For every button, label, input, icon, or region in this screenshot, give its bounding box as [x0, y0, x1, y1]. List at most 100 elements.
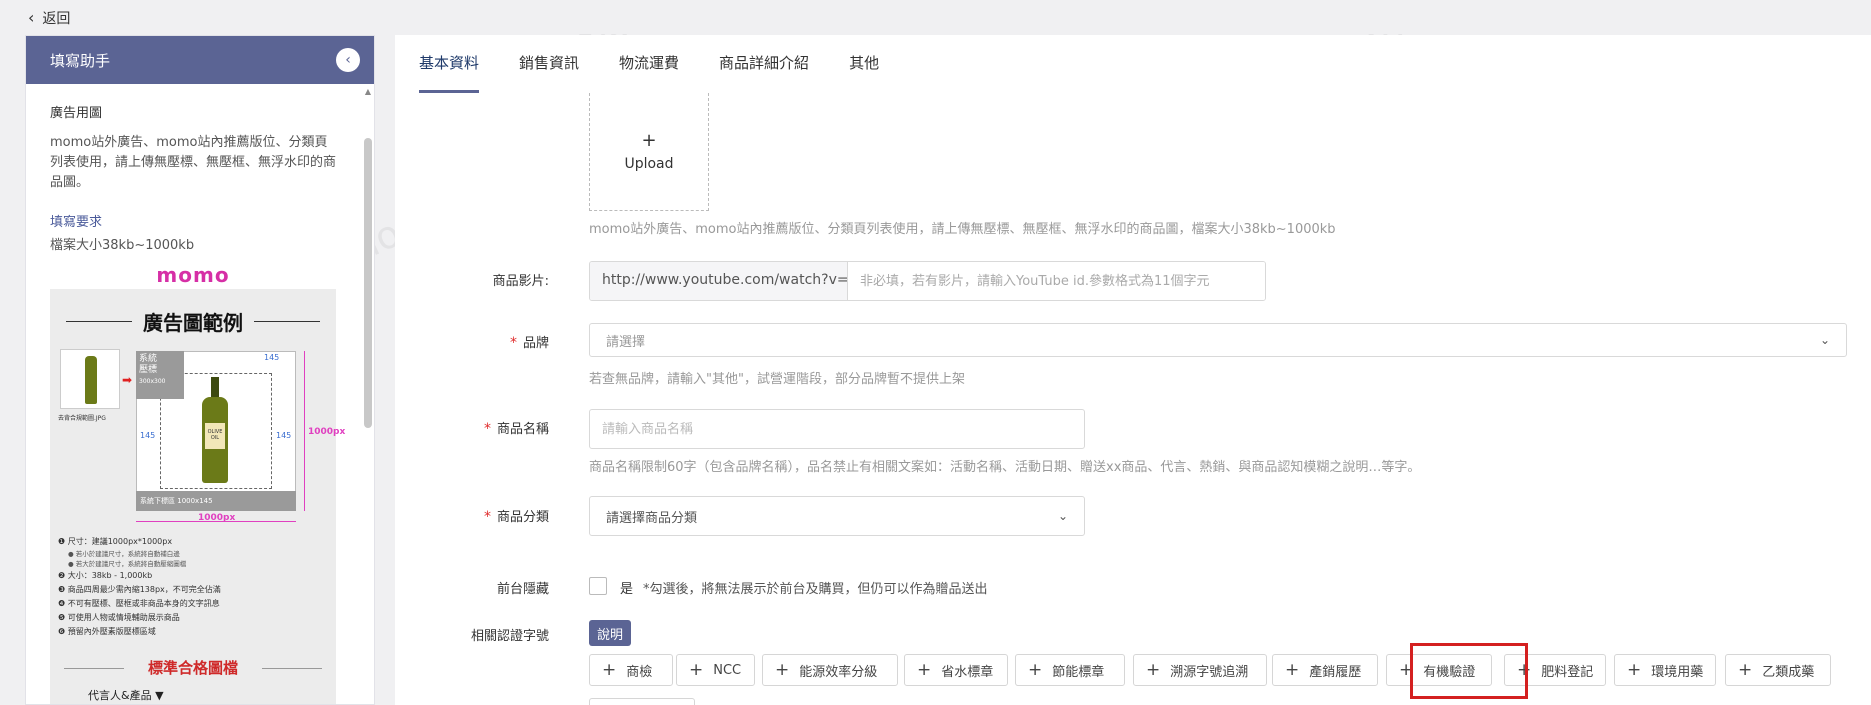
product-name-hint: 商品名稱限制60字（包含品牌名稱），品名禁止有相關文案如：活動名稱、活動日期、贈…: [589, 460, 1421, 475]
chevron-left-icon: ‹: [28, 8, 35, 27]
cert-button-environmental-drug[interactable]: + 環境用藥: [1614, 654, 1716, 686]
tab-bar: 基本資料 銷售資訊 物流運費 商品詳細介紹 其他: [395, 35, 1871, 93]
certs-label: 相關認證字號: [470, 629, 549, 644]
cert-button-label: 有機驗證: [1423, 664, 1476, 680]
brand-select-value: 請選擇: [606, 334, 646, 350]
system-bottom-size: 1000x145: [177, 497, 213, 505]
required-marker: *: [509, 335, 517, 351]
momo-logo: momo: [156, 263, 230, 287]
ad-image-example: momo 廣告圖範例 去背合規範圖.JPG ➡ 系統壓標 300x300 OLI…: [50, 263, 345, 704]
height-dimension: 1000px: [308, 427, 346, 437]
helper-panel: 填寫助手 ‹ 廣告用圖 momo站外廣告、momo站內推薦版位、分類頁列表使用，…: [25, 35, 375, 705]
helper-section-title: 廣告用圖: [50, 106, 103, 121]
spokesperson-dropdown: 代言人&產品 ▼: [88, 689, 164, 702]
tab-other[interactable]: 其他: [849, 35, 879, 93]
tab-basic-info[interactable]: 基本資料: [419, 35, 480, 93]
collapse-helper-button[interactable]: ‹: [336, 48, 360, 72]
upload-hint: momo站外廣告、momo站內推薦版位、分類頁列表使用，請上傳無壓標、無壓框、無…: [589, 222, 1336, 237]
cert-button-production-history[interactable]: + 產銷履歷: [1272, 654, 1378, 686]
product-name-input[interactable]: [589, 409, 1085, 449]
system-tag-area: 系統壓標 300x300: [136, 351, 184, 399]
video-label: 商品影片:: [492, 274, 549, 289]
chevron-left-icon: ‹: [345, 52, 351, 68]
note-item: ❺ 可使用人物或情境輔助展示商品: [58, 613, 180, 622]
scroll-up-icon[interactable]: ▲: [364, 88, 372, 96]
cert-button-ncc[interactable]: + NCC: [676, 654, 755, 686]
cert-button-energy-saving[interactable]: + 節能標章: [1015, 654, 1125, 686]
cert-button-label: 環境用藥: [1651, 664, 1704, 680]
cert-button-traceability[interactable]: + 溯源字號追溯: [1133, 654, 1267, 686]
required-marker: *: [483, 421, 491, 437]
plus-icon: +: [775, 660, 790, 680]
note-item: ❹ 不可有壓標、壓框或非商品本身的文字訊息: [58, 599, 220, 608]
plus-icon: +: [602, 660, 617, 680]
example-card: 廣告圖範例 去背合規範圖.JPG ➡ 系統壓標 300x300 OLIVE OI…: [50, 289, 345, 704]
example-notes: ❶ 尺寸：建議1000px*1000px ● 若小於建議尺寸，系統將自動補白邊 …: [58, 535, 328, 639]
plus-icon: +: [1146, 660, 1161, 680]
cert-button-label: 乙類成藥: [1762, 664, 1815, 680]
helper-scrollbar[interactable]: ▲: [364, 88, 372, 703]
cert-button-organic[interactable]: + 有機驗證: [1386, 654, 1492, 686]
hidden-checkbox[interactable]: [589, 577, 607, 595]
back-label: 返回: [42, 11, 71, 27]
brand-hint: 若查無品牌，請輸入"其他"，試營運階段，部分品牌暫不提供上架: [589, 372, 965, 387]
brand-select[interactable]: 請選擇 ⌄: [589, 323, 1847, 357]
note-item: ❻ 預留內外壓素版壓標區域: [58, 627, 156, 636]
cert-button-label: 產銷履歷: [1309, 664, 1362, 680]
category-select-value: 請選擇商品分類: [606, 510, 698, 526]
cert-button-label: 省水標章: [941, 664, 994, 680]
plus-icon: +: [1285, 660, 1300, 680]
upload-button[interactable]: + Upload: [589, 93, 709, 211]
hidden-label: 前台隱藏: [496, 582, 549, 597]
helper-requirement: 檔案大小38kb~1000kb: [50, 238, 195, 253]
cert-button-medical-device[interactable]: +醫療器材: [589, 698, 695, 705]
chevron-down-icon: ⌄: [1819, 333, 1830, 347]
hidden-option-label: 是: [620, 582, 634, 597]
video-url-prefix: http://www.youtube.com/watch?v=: [590, 262, 848, 300]
system-bottom-area: 系統下標區 1000x145: [136, 491, 296, 511]
tab-logistics[interactable]: 物流運費: [619, 35, 679, 93]
plus-icon: +: [1517, 660, 1532, 680]
cert-button-class-b-medicine[interactable]: + 乙類成藥: [1725, 654, 1831, 686]
helper-title: 填寫助手: [50, 51, 111, 70]
note-sub-item: ● 若小於建議尺寸，系統將自動補白邊: [68, 550, 180, 558]
brand-label: * 品牌: [429, 332, 549, 351]
cert-button-label: 節能標章: [1052, 664, 1105, 680]
video-id-input[interactable]: [848, 262, 1265, 300]
chevron-down-icon: ⌄: [1057, 509, 1068, 523]
note-sub-item: ● 若大於建議尺寸，系統將自動壓縮圖檔: [68, 560, 187, 568]
top-bar: ‹ 返回: [0, 0, 1871, 34]
thumbnail-caption: 去背合規範圖.JPG: [58, 415, 106, 422]
plus-icon: +: [1399, 660, 1414, 680]
helper-body: 廣告用圖 momo站外廣告、momo站內推薦版位、分類頁列表使用，請上傳無壓標、…: [26, 84, 366, 704]
cert-button-label: 溯源字號追溯: [1170, 664, 1249, 680]
cert-button-fertilizer[interactable]: + 肥料登記: [1504, 654, 1606, 686]
upload-label: Upload: [624, 155, 674, 172]
standard-title: 標準合格圖檔: [147, 659, 238, 677]
back-link[interactable]: ‹ 返回: [28, 8, 70, 28]
arrow-right-icon: ➡: [122, 373, 133, 387]
explain-button[interactable]: 說明: [589, 620, 631, 646]
plus-icon: +: [1028, 660, 1043, 680]
product-name-label: * 商品名稱: [429, 418, 549, 437]
thumbnail-image: [60, 349, 120, 409]
margin-dimension: 145: [140, 431, 156, 440]
cert-button-water-saving[interactable]: + 省水標章: [904, 654, 1008, 686]
cert-button-label: 商檢: [626, 664, 653, 680]
width-dimension: 1000px: [198, 513, 236, 523]
system-tag-size: 300x300: [139, 378, 166, 385]
margin-dimension: 145: [264, 353, 280, 362]
tab-product-details[interactable]: 商品詳細介紹: [719, 35, 809, 93]
helper-description: momo站外廣告、momo站內推薦版位、分類頁列表使用，請上傳無壓標、無壓框、無…: [50, 135, 337, 190]
required-marker: *: [483, 509, 491, 525]
cert-button-energy-efficiency[interactable]: + 能源效率分級: [762, 654, 898, 686]
cert-button-commodity-inspection[interactable]: + 商檢: [589, 654, 673, 686]
system-tag-label: 系統壓標: [139, 354, 158, 375]
scroll-thumb[interactable]: [364, 138, 372, 428]
category-select[interactable]: 請選擇商品分類 ⌄: [589, 496, 1085, 536]
cert-button-label: NCC: [713, 662, 742, 678]
note-item: ❸ 商品四周最少需內縮138px，不可完全佔滿: [58, 585, 221, 594]
plus-icon: +: [689, 660, 704, 680]
product-name-label-text: 商品名稱: [496, 422, 549, 437]
tab-sales-info[interactable]: 銷售資訊: [519, 35, 579, 93]
